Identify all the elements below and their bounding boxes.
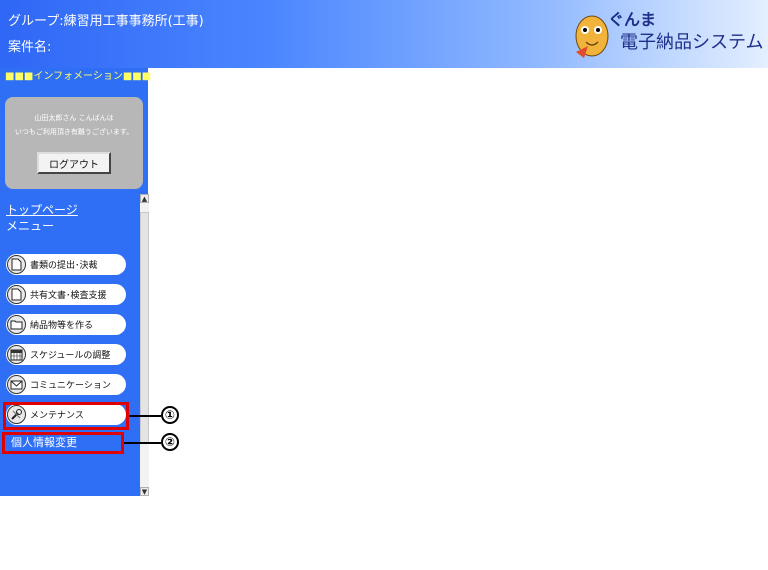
document-icon	[7, 285, 26, 304]
logout-button[interactable]: ログアウト	[37, 152, 111, 174]
menu-item-label: スケジュールの調整	[30, 351, 111, 361]
scroll-down-icon[interactable]: ▼	[140, 487, 149, 496]
menu-item-label: コミュニケーション	[30, 381, 111, 391]
menu-item-deliverables[interactable]: 納品物等を作る	[6, 314, 126, 335]
highlight-box-maintenance	[3, 402, 129, 430]
folder-icon	[7, 315, 26, 334]
menu-item-label: 納品物等を作る	[30, 321, 94, 331]
menu-item-partial[interactable]	[6, 558, 126, 570]
mail-icon	[7, 375, 26, 394]
project-name: 案件名:	[8, 40, 52, 55]
scroll-thumb[interactable]	[140, 212, 149, 444]
group-name: グループ:練習用工事事務所(工事)	[8, 14, 204, 29]
top-page-link[interactable]: トップページ	[6, 201, 78, 218]
greeting-line-2: いつもご利用頂き有難うございます。	[14, 128, 134, 136]
logo-text-bottom: 電子納品システム	[620, 32, 764, 53]
header-bar: グループ:練習用工事事務所(工事) 案件名: ぐんま 電子納品システム	[0, 0, 768, 68]
greeting-line-1: 山田太郎さん こんばんは	[34, 114, 114, 122]
menu-item-label: 書類の提出･決裁	[30, 261, 98, 271]
menu-item-documents[interactable]: 書類の提出･決裁	[6, 254, 126, 275]
document-icon	[7, 255, 26, 274]
callout-number-2: ②	[161, 433, 179, 451]
info-bar: ■■■インフォメーション■■■	[5, 71, 152, 82]
calendar-icon	[7, 345, 26, 364]
menu-item-label: 共有文書･検査支援	[30, 291, 107, 301]
scroll-up-icon[interactable]: ▲	[140, 194, 149, 203]
highlight-box-profile	[2, 432, 124, 454]
logo-text-top: ぐんま	[608, 10, 657, 29]
menu-item-communication[interactable]: コミュニケーション	[6, 374, 126, 395]
sidebar-scrollbar[interactable]: ▲ ▼	[140, 194, 149, 496]
callout-number-1: ①	[161, 406, 179, 424]
menu-item-shared-docs[interactable]: 共有文書･検査支援	[6, 284, 126, 305]
callout-line-1	[129, 415, 161, 417]
menu-heading: メニュー	[6, 219, 55, 233]
callout-line-2	[124, 442, 161, 444]
menu-item-schedule[interactable]: スケジュールの調整	[6, 344, 126, 365]
login-panel: 山田太郎さん こんばんは いつもご利用頂き有難うございます。 ログアウト	[5, 97, 143, 189]
logo: ぐんま 電子納品システム	[570, 6, 763, 62]
